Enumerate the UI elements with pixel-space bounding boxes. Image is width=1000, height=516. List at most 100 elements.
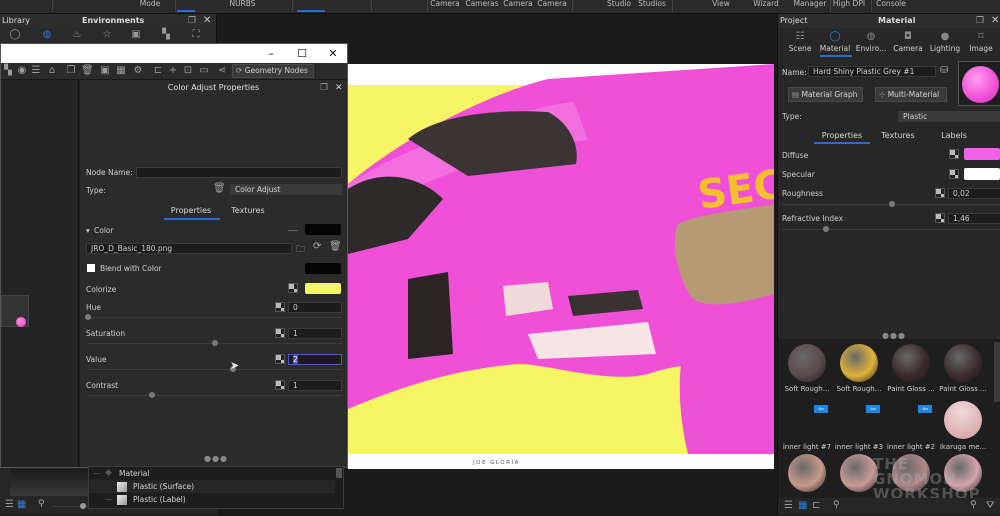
zoom-out-icon[interactable]: ⚲ (833, 500, 840, 510)
grid-view-icon[interactable]: ▦ (798, 500, 807, 511)
diffuse-color-swatch[interactable] (964, 148, 1000, 160)
reload-icon[interactable]: ⟳ (313, 241, 321, 252)
ribbon-mode[interactable]: Mode (130, 0, 170, 13)
open-folder-icon[interactable]: 🗀 (296, 242, 305, 258)
collapse-arrow-icon[interactable]: ▾ (86, 226, 90, 235)
splitter-handle[interactable]: ●●● (204, 454, 228, 463)
contrast-input[interactable]: 1 (288, 380, 342, 391)
refractive-index-slider-handle[interactable] (822, 226, 829, 232)
backplate-icon[interactable]: ▣ (129, 28, 143, 42)
delete-icon[interactable]: 🗑 (81, 65, 94, 77)
grid-view-icon[interactable]: ▦ (17, 499, 26, 510)
contrast-slider[interactable] (88, 395, 342, 396)
material-type-dropdown[interactable]: Plastic (898, 111, 1000, 122)
node-name-input[interactable] (136, 167, 342, 178)
ribbon-camera-2[interactable]: Camera (500, 0, 536, 13)
material-grid-scrollbar[interactable] (994, 342, 1000, 402)
project-tab[interactable]: Project (780, 14, 807, 28)
tab-environment[interactable]: ◍ Enviro... (854, 30, 888, 53)
lock-icon[interactable]: ⌂ (46, 65, 58, 77)
texture-slot-icon[interactable] (935, 188, 945, 198)
tab-labels[interactable]: Labels (936, 131, 972, 140)
tree-row[interactable]: — Plastic (Label) (89, 493, 335, 506)
roughness-slider-handle[interactable] (888, 201, 895, 207)
remove-color-icon[interactable] (288, 230, 298, 231)
environment-thumbnail[interactable] (10, 469, 93, 496)
trash-icon[interactable]: 🗑 (213, 183, 226, 194)
play-icon[interactable]: ◉ (16, 65, 28, 77)
hue-slider-handle[interactable] (85, 314, 91, 320)
connect-icon[interactable]: + (167, 65, 179, 77)
material-thumb[interactable]: inner light #7 (782, 443, 832, 492)
material-name-input[interactable]: Hard Shiny Plastic Grey #1 (808, 66, 936, 77)
filter-icon[interactable]: ⛛ (986, 500, 994, 511)
specular-color-swatch[interactable] (964, 168, 1000, 180)
material-graph-button[interactable]: ▤ Material Graph (788, 87, 863, 102)
geometry-nodes-button[interactable]: ⟳ Geometry Nodes (232, 64, 314, 78)
minimize-icon[interactable]: – (261, 46, 281, 61)
render-image[interactable]: SEC JOE GLORIA (348, 64, 774, 469)
value-input[interactable]: 2 (288, 354, 342, 365)
zoom-in-icon[interactable]: ⚲ (970, 500, 977, 510)
delete-texture-icon[interactable]: 🗑 (329, 241, 342, 252)
saturation-input[interactable]: 1 (288, 328, 342, 339)
texture-slot-icon[interactable] (949, 149, 959, 159)
hue-slider[interactable] (88, 317, 342, 318)
zoom-out-icon[interactable]: ⚲ (38, 499, 45, 509)
adjust-icon[interactable]: ☰ (30, 65, 42, 77)
hue-input[interactable]: 0 (288, 302, 342, 313)
ribbon-view[interactable]: View (706, 0, 736, 13)
type-dropdown[interactable]: Color Adjust (230, 184, 342, 195)
close-icon[interactable]: ✕ (991, 14, 999, 28)
ribbon-studios[interactable]: Studios (635, 0, 669, 13)
apply-material-button[interactable]: ⇦ (814, 405, 828, 413)
frame-all-icon[interactable]: ⊡ (182, 65, 194, 77)
split-icon[interactable]: ⋖ (216, 65, 228, 77)
ribbon-nurbs[interactable]: NURBS (225, 0, 260, 13)
tab-image[interactable]: ⌑ Image (964, 30, 998, 53)
ribbon-manager[interactable]: Manager (790, 0, 830, 13)
textures-icon[interactable]: ▚ (159, 28, 173, 42)
colorize-swatch[interactable] (305, 283, 341, 294)
frame-selected-icon[interactable]: ▭ (198, 65, 210, 77)
grid-node-icon[interactable]: ▦ (115, 65, 127, 77)
tab-lighting[interactable]: ● Lighting (928, 30, 962, 53)
tree-scrollbar[interactable] (336, 468, 342, 478)
ribbon-console[interactable]: Console (873, 0, 909, 13)
blend-with-color-checkbox[interactable] (87, 264, 95, 272)
ribbon-cameras[interactable]: Cameras (463, 0, 501, 13)
tree-collapse-icon[interactable]: — (93, 467, 101, 480)
tab-properties[interactable]: Properties (170, 206, 212, 215)
window-titlebar[interactable]: – ☐ ✕ (1, 44, 347, 63)
node-graph-canvas[interactable] (1, 80, 79, 467)
material-ball[interactable] (944, 401, 982, 439)
saturation-slider-handle[interactable] (212, 340, 218, 346)
roughness-input[interactable]: 0,02 (948, 188, 1000, 199)
material-thumb[interactable]: Soft Rough... (834, 344, 884, 393)
slider-handle[interactable] (80, 503, 86, 509)
tab-textures[interactable]: Textures (878, 131, 918, 140)
save-icon[interactable]: ⛁ (940, 65, 948, 76)
checker-icon[interactable]: ▚ (2, 65, 14, 77)
close-icon[interactable]: ✕ (335, 80, 343, 96)
colors-icon[interactable]: ♨ (70, 28, 84, 42)
material-preview-frame[interactable] (958, 61, 1000, 106)
close-icon[interactable]: ✕ (203, 14, 211, 28)
library-tab[interactable]: Library (2, 14, 30, 28)
duplicate-icon[interactable]: ❐ (65, 65, 77, 77)
undock-icon[interactable]: ❐ (320, 80, 328, 96)
blend-color-swatch[interactable] (305, 263, 341, 274)
environment-icon[interactable]: ◍ (40, 28, 54, 42)
value-slider[interactable] (88, 369, 342, 370)
tab-scene[interactable]: ☷ Scene (783, 30, 817, 53)
contrast-slider-handle[interactable] (148, 392, 155, 398)
refractive-index-input[interactable]: 1,46 (948, 213, 1000, 224)
ribbon-high-dpi[interactable]: High DPI (831, 0, 867, 13)
add-node-icon[interactable]: ▣ (99, 65, 111, 77)
ribbon-studio[interactable]: Studio (604, 0, 634, 13)
ribbon-camera[interactable]: Camera (428, 0, 462, 13)
texture-slot-icon[interactable] (275, 328, 285, 338)
layout-icon[interactable]: ⊏ (152, 65, 164, 77)
undock-icon[interactable]: ❐ (188, 14, 196, 28)
material-thumb[interactable]: Soft Rough... (782, 344, 832, 393)
